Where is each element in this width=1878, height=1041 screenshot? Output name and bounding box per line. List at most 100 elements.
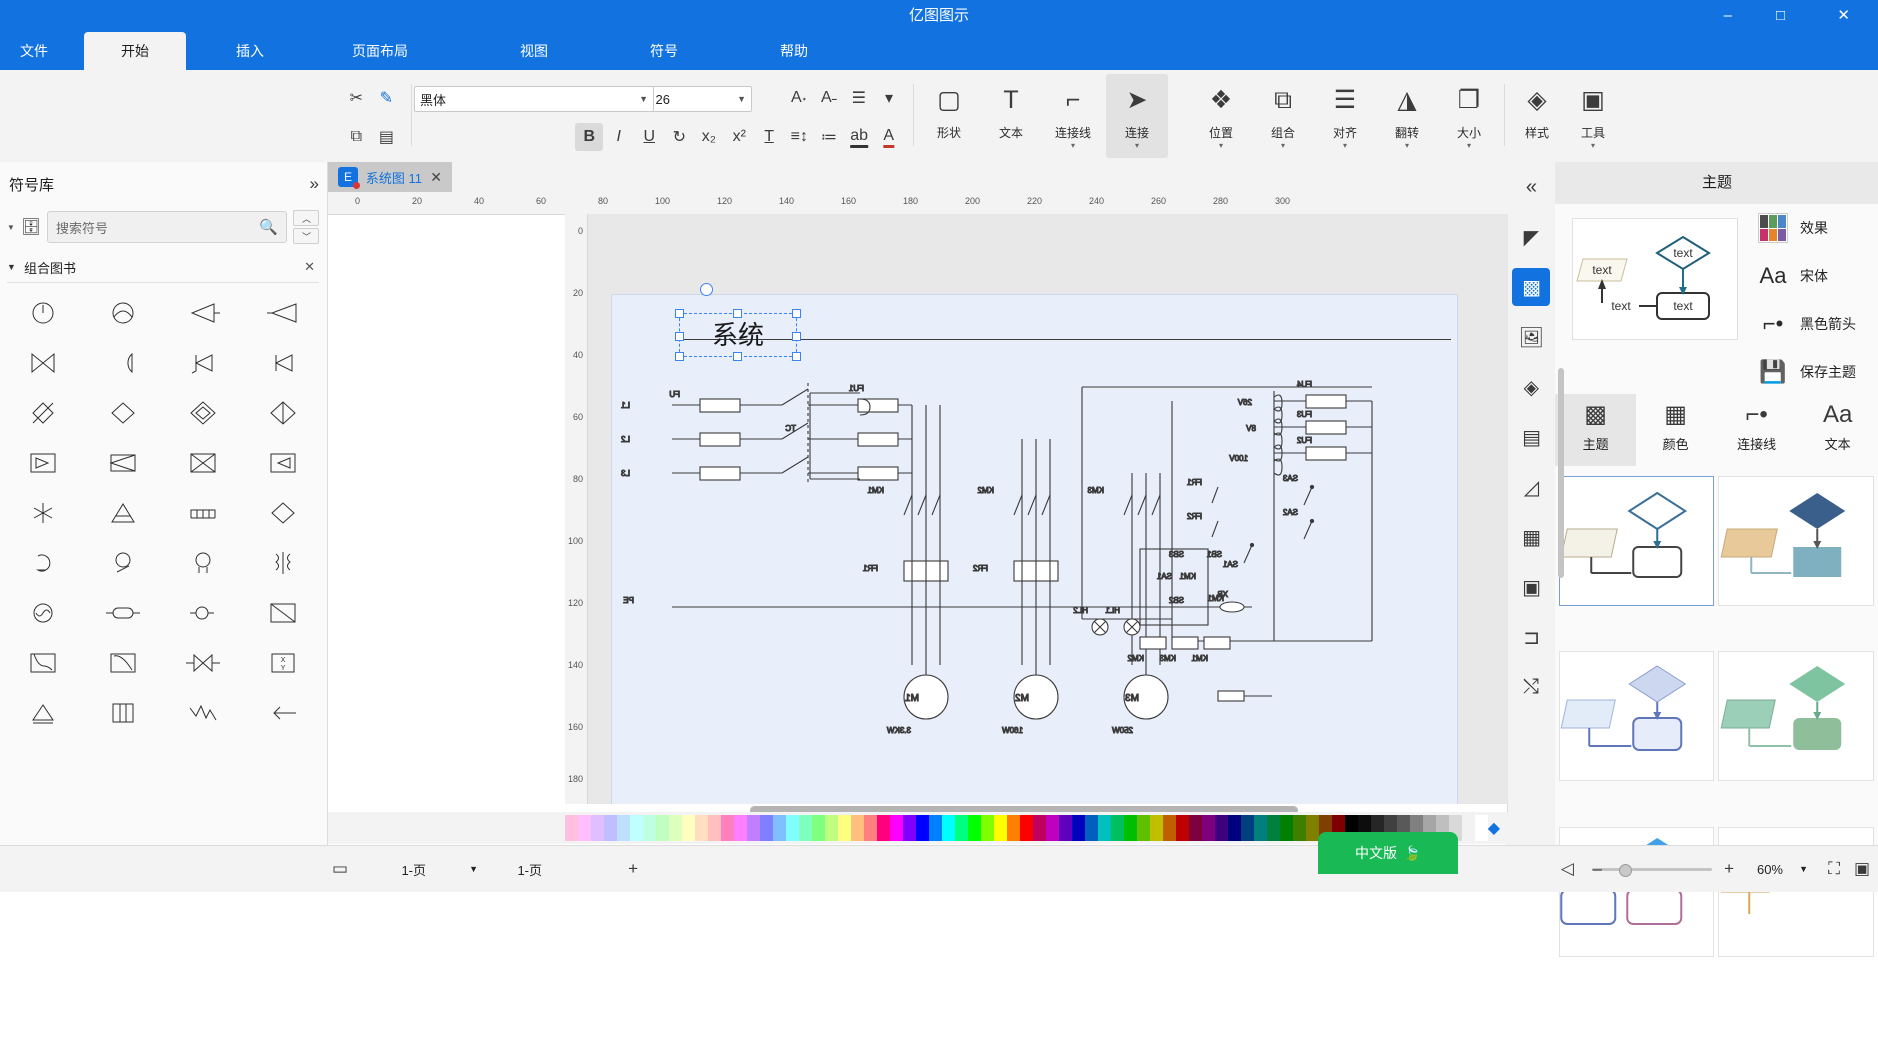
- copy-icon[interactable]: ⧉: [342, 123, 370, 151]
- palette-swatch[interactable]: [915, 815, 929, 841]
- palette-swatch[interactable]: [1214, 815, 1228, 841]
- zoom-slider-track[interactable]: [1592, 868, 1712, 871]
- palette-swatch[interactable]: [798, 815, 812, 841]
- palette-swatch[interactable]: [1201, 815, 1215, 841]
- title-text-shape[interactable]: 系统: [675, 283, 801, 361]
- window-maximize-button[interactable]: □: [1770, 6, 1790, 26]
- theme-card[interactable]: [1559, 476, 1715, 606]
- symbol-zener-icon[interactable]: [163, 338, 243, 388]
- palette-swatch[interactable]: [902, 815, 916, 841]
- tab-view[interactable]: 视图: [502, 32, 566, 70]
- grid-toggle-button[interactable]: ▣: [1854, 854, 1870, 884]
- ribbon-button-align[interactable]: ☰ 对齐 ▾: [1314, 74, 1376, 158]
- diagram-page[interactable]: 系统 FU L1 L2 L3 FU1 KM1 KM2 KM3 FR1 FR2 P…: [611, 283, 1458, 804]
- rotate-text-icon[interactable]: ↻: [665, 123, 693, 151]
- palette-swatch[interactable]: [681, 815, 695, 841]
- search-input[interactable]: 🔍 搜索符号: [47, 211, 287, 243]
- palette-swatch[interactable]: [993, 815, 1007, 841]
- palette-swatch[interactable]: [980, 815, 994, 841]
- palette-swatch[interactable]: [928, 815, 942, 841]
- chart-icon[interactable]: ◿: [1508, 462, 1555, 512]
- resize-handle[interactable]: [792, 309, 801, 318]
- page-layout-button[interactable]: ▭: [332, 854, 348, 884]
- symbol-crossed-box-icon[interactable]: [163, 438, 243, 488]
- theme-panel-scrollbar[interactable]: [1558, 368, 1564, 578]
- symbol-half-circle-icon[interactable]: [83, 338, 163, 388]
- ribbon-button-connect[interactable]: ➤ 连接 ▾: [1106, 74, 1168, 158]
- palette-swatch[interactable]: [1162, 815, 1176, 841]
- rotate-handle[interactable]: [700, 283, 713, 296]
- symbol-asterisk-icon[interactable]: [3, 488, 83, 538]
- page-tab[interactable]: 1-页: [517, 854, 542, 884]
- notes-icon[interactable]: ▤: [1508, 412, 1555, 462]
- palette-swatch[interactable]: [1006, 815, 1020, 841]
- ribbon-button-tools[interactable]: ▣ 工具 ▾: [1562, 74, 1624, 158]
- palette-swatch[interactable]: [668, 815, 682, 841]
- zoom-out-button[interactable]: –: [1593, 854, 1602, 884]
- chevron-down-icon[interactable]: ▾: [1314, 141, 1376, 150]
- resize-handle[interactable]: [792, 352, 801, 361]
- symbol-diamond3-icon[interactable]: [243, 488, 323, 538]
- palette-swatch[interactable]: [1240, 815, 1254, 841]
- highlight-color-icon[interactable]: ab: [845, 123, 873, 151]
- palette-swatch[interactable]: [1019, 815, 1033, 841]
- palette-swatch[interactable]: [1058, 815, 1072, 841]
- ribbon-button-flip[interactable]: ◮ 翻转 ▾: [1376, 74, 1438, 158]
- chevron-down-icon[interactable]: ▾: [1190, 141, 1252, 150]
- symbol-diamond2-icon[interactable]: [163, 388, 243, 438]
- align-caret-icon[interactable]: ▾: [875, 84, 903, 112]
- palette-swatch[interactable]: [837, 815, 851, 841]
- chevron-down-icon[interactable]: ▼: [639, 94, 648, 104]
- theme-card[interactable]: [1718, 476, 1874, 606]
- symbol-antenna-icon[interactable]: [163, 488, 243, 538]
- palette-swatch[interactable]: [889, 815, 903, 841]
- symbol-amplifier2-icon[interactable]: [163, 288, 243, 338]
- symbol-amplifier-icon[interactable]: [243, 288, 323, 338]
- theme-tab-connector[interactable]: ⌐• 连接线: [1717, 394, 1798, 466]
- palette-swatch[interactable]: [1045, 815, 1059, 841]
- palette-swatch[interactable]: [1292, 815, 1306, 841]
- image-icon[interactable]: 🖼: [1508, 312, 1555, 362]
- paste-icon[interactable]: ▤: [372, 123, 400, 151]
- palette-swatch[interactable]: [1474, 815, 1488, 841]
- shuffle-icon[interactable]: ⤭: [1508, 662, 1555, 712]
- palette-swatch[interactable]: [564, 815, 578, 841]
- palette-swatch[interactable]: [1032, 815, 1046, 841]
- palette-swatch[interactable]: [967, 815, 981, 841]
- palette-swatch[interactable]: [1266, 815, 1280, 841]
- symbol-XY-box-icon[interactable]: XY: [243, 638, 323, 688]
- tab-insert[interactable]: 插入: [218, 32, 282, 70]
- font-color-icon[interactable]: A: [875, 123, 903, 151]
- tab-file[interactable]: 文件: [2, 32, 66, 70]
- palette-swatch[interactable]: [1097, 815, 1111, 841]
- palette-swatch[interactable]: [733, 815, 747, 841]
- attachment-icon[interactable]: ▣: [1508, 562, 1555, 612]
- palette-swatch[interactable]: [1175, 815, 1189, 841]
- palette-swatch[interactable]: [616, 815, 630, 841]
- canvas-area[interactable]: 系统 FU L1 L2 L3 FU1 KM1 KM2 KM3 FR1 FR2 P…: [588, 214, 1508, 804]
- theme-card[interactable]: [1559, 651, 1715, 782]
- connector-icon[interactable]: ⌐•: [1758, 311, 1788, 337]
- color-swatch-icon[interactable]: [1758, 213, 1788, 243]
- symbol-curve2-icon[interactable]: [3, 638, 83, 688]
- symbol-arrow-icon[interactable]: [243, 688, 323, 738]
- promo-bubble[interactable]: 🍃 中文版: [1318, 832, 1458, 874]
- underline-icon[interactable]: U: [635, 123, 663, 151]
- palette-swatch[interactable]: [1279, 815, 1293, 841]
- chevron-down-icon[interactable]: ▾: [1376, 141, 1438, 150]
- close-icon[interactable]: ✕: [304, 259, 315, 275]
- palette-swatch[interactable]: [1149, 815, 1163, 841]
- symbol-crossed-box2-icon[interactable]: [83, 438, 163, 488]
- resize-handle[interactable]: [675, 352, 684, 361]
- document-tab[interactable]: ✕ 系统图 11 E: [328, 162, 452, 192]
- resize-handle[interactable]: [733, 309, 742, 318]
- palette-swatch[interactable]: [824, 815, 838, 841]
- palette-swatch[interactable]: [785, 815, 799, 841]
- chevron-down-icon[interactable]: ▾: [1252, 141, 1314, 150]
- symbol-bowtie2-icon[interactable]: [163, 638, 243, 688]
- presentation-button[interactable]: ◁: [1561, 854, 1574, 884]
- symbol-triangle-box2-icon[interactable]: [3, 438, 83, 488]
- tab-page-layout[interactable]: 页面布局: [334, 32, 426, 70]
- symbol-triangle-box-icon[interactable]: [243, 438, 323, 488]
- chevron-down-icon[interactable]: ▾: [1562, 141, 1624, 150]
